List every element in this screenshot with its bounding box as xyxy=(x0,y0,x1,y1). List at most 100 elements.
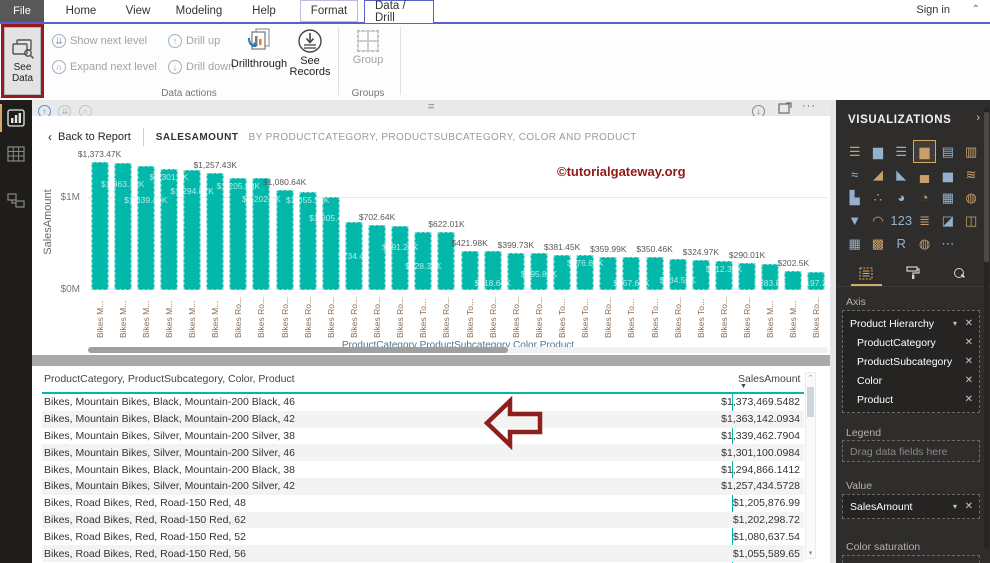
clustered-column-chart-icon[interactable]: ▆ xyxy=(912,140,937,163)
panel-scrollbar-thumb[interactable] xyxy=(984,112,989,262)
slicer-icon[interactable]: ◫ xyxy=(959,209,982,232)
axis-field-pill[interactable]: Product Hierarchy ▾ ✕ xyxy=(843,314,979,333)
back-to-report-button[interactable]: Back to Report xyxy=(58,131,131,143)
ribbon-chart-icon[interactable]: ≋ xyxy=(959,163,982,186)
panel-scrollbar[interactable] xyxy=(984,108,989,548)
scatter-chart-icon[interactable]: ∴ xyxy=(866,186,889,209)
drillthrough-button[interactable]: Drillthrough xyxy=(228,28,290,70)
scroll-up-arrow-icon[interactable]: ⌃ xyxy=(806,374,815,382)
line-clustered-column-chart-icon[interactable]: ▅ xyxy=(936,163,959,186)
show-next-level-button[interactable]: ⇊ Show next level xyxy=(52,34,147,48)
value-remove-icon[interactable]: ✕ xyxy=(965,501,973,512)
bar[interactable] xyxy=(322,197,340,290)
scroll-down-arrow-icon[interactable]: ▾ xyxy=(806,549,815,557)
tab-file[interactable]: File xyxy=(0,0,44,22)
arcgis-map-icon[interactable]: ◍ xyxy=(913,232,936,255)
bar[interactable] xyxy=(784,271,802,290)
treemap-icon[interactable]: ▦ xyxy=(936,186,959,209)
field-remove-icon[interactable]: ✕ xyxy=(965,394,973,405)
table-header-category[interactable]: ProductCategory, ProductSubcategory, Col… xyxy=(44,373,295,385)
focus-mode-icon[interactable] xyxy=(778,102,792,114)
matrix-icon[interactable]: ▩ xyxy=(866,232,889,255)
sign-in-link[interactable]: Sign in xyxy=(916,4,950,16)
bar[interactable] xyxy=(299,192,317,290)
table-row[interactable]: Bikes, Road Bikes, Red, Road-150 Red, 52… xyxy=(42,528,804,545)
table-row[interactable]: Bikes, Mountain Bikes, Black, Mountain-2… xyxy=(42,394,804,411)
tab-data-drill[interactable]: Data / Drill xyxy=(364,0,434,24)
axis-field-pill[interactable]: Color ✕ xyxy=(843,371,979,390)
table-row[interactable]: Bikes, Road Bikes, Red, Road-150 Red, 62… xyxy=(42,511,804,529)
field-dropdown-icon[interactable]: ▾ xyxy=(953,319,957,328)
funnel-icon[interactable]: ▼ xyxy=(843,209,866,232)
chart-scrollbar-thumb[interactable] xyxy=(88,347,508,353)
expand-next-level-button[interactable]: ∩ Expand next level xyxy=(52,60,157,74)
tab-analytics[interactable] xyxy=(936,260,983,286)
field-remove-icon[interactable]: ✕ xyxy=(965,356,973,367)
table-row[interactable]: Bikes, Mountain Bikes, Black, Mountain-2… xyxy=(42,461,804,478)
table-row[interactable]: Bikes, Road Bikes, Red, Road-150 Red, 56… xyxy=(42,545,804,562)
multi-row-card-icon[interactable]: ≣ xyxy=(913,209,936,232)
r-script-icon[interactable]: R xyxy=(890,232,913,255)
stacked-column-chart-icon[interactable]: ▆ xyxy=(866,140,889,163)
value-field-pill[interactable]: SalesAmount ▾ ✕ xyxy=(843,497,979,516)
axis-field-pill[interactable]: Product ✕ xyxy=(843,390,979,409)
pie-chart-icon[interactable]: ◕ xyxy=(890,186,913,209)
tab-format[interactable]: Format xyxy=(300,0,358,22)
table-header-salesamount[interactable]: SalesAmount xyxy=(738,373,800,385)
line-chart-icon[interactable]: ≈ xyxy=(843,163,866,186)
chart-horizontal-scrollbar[interactable] xyxy=(88,347,828,353)
see-records-button[interactable]: See Records xyxy=(288,28,332,78)
donut-chart-icon[interactable]: ◔ xyxy=(913,186,936,209)
100-stacked-bar-chart-icon[interactable]: ▤ xyxy=(936,140,959,163)
panel-expand-icon[interactable]: › xyxy=(976,112,980,124)
model-view-button[interactable] xyxy=(0,182,32,218)
see-data-button[interactable]: See Data xyxy=(4,27,41,95)
axis-field-pill[interactable]: ProductCategory ✕ xyxy=(843,333,979,352)
chart-table-splitter[interactable] xyxy=(32,355,830,366)
bar[interactable] xyxy=(276,190,294,290)
group-button[interactable]: Group xyxy=(346,30,390,66)
drill-up-button[interactable]: ↑ Drill up xyxy=(168,34,220,48)
gauge-icon[interactable]: ◠ xyxy=(866,209,889,232)
legend-field-well[interactable]: Drag data fields here xyxy=(842,440,980,462)
more-options-icon[interactable]: ··· xyxy=(802,100,816,112)
bar[interactable] xyxy=(391,226,409,290)
kpi-icon[interactable]: ◪ xyxy=(936,209,959,232)
data-view-button[interactable] xyxy=(0,136,32,172)
table-row[interactable]: Bikes, Mountain Bikes, Black, Mountain-2… xyxy=(42,410,804,428)
clustered-bar-chart-icon[interactable]: ☰ xyxy=(890,140,913,163)
field-remove-icon[interactable]: ✕ xyxy=(965,375,973,386)
stacked-area-chart-icon[interactable]: ◣ xyxy=(890,163,913,186)
100-stacked-column-chart-icon[interactable]: ▥ xyxy=(959,140,982,163)
stacked-bar-chart-icon[interactable]: ☰ xyxy=(843,140,866,163)
table-icon[interactable]: ▦ xyxy=(843,232,866,255)
table-row[interactable]: Bikes, Mountain Bikes, Silver, Mountain-… xyxy=(42,444,804,462)
table-scrollbar-thumb[interactable] xyxy=(807,387,814,417)
field-remove-icon[interactable]: ✕ xyxy=(965,337,973,348)
color-saturation-field-well[interactable] xyxy=(842,555,980,563)
value-dropdown-icon[interactable]: ▾ xyxy=(953,502,957,511)
table-vertical-scrollbar[interactable]: ⌃ ▾ xyxy=(805,372,816,559)
drill-down-button[interactable]: ↓ Drill down xyxy=(168,60,234,74)
more-visuals-icon[interactable]: ⋯ xyxy=(936,232,959,255)
table-row[interactable]: Bikes, Mountain Bikes, Silver, Mountain-… xyxy=(42,428,804,445)
tab-format[interactable] xyxy=(890,260,937,286)
line-stacked-column-chart-icon[interactable]: ▄ xyxy=(913,163,936,186)
waterfall-chart-icon[interactable]: ▙ xyxy=(843,186,866,209)
splitter-handle-icon[interactable]: = xyxy=(428,101,435,113)
tab-view[interactable]: View xyxy=(112,0,164,22)
tab-fields[interactable] xyxy=(843,260,890,286)
collapse-ribbon-icon[interactable]: ⌃ xyxy=(972,4,980,15)
axis-field-pill[interactable]: ProductSubcategory ✕ xyxy=(843,352,979,371)
area-chart-icon[interactable]: ◢ xyxy=(866,163,889,186)
report-view-button[interactable] xyxy=(0,100,32,136)
field-remove-icon[interactable]: ✕ xyxy=(965,318,973,329)
table-row[interactable]: Bikes, Road Bikes, Red, Road-150 Red, 48… xyxy=(42,495,804,512)
table-row[interactable]: Bikes, Mountain Bikes, Silver, Mountain-… xyxy=(42,477,804,495)
tab-help[interactable]: Help xyxy=(238,0,290,22)
tab-home[interactable]: Home xyxy=(52,0,110,22)
blank-icon[interactable] xyxy=(959,232,982,255)
map-icon[interactable]: ◍ xyxy=(959,186,982,209)
bar[interactable] xyxy=(368,225,386,290)
card-icon[interactable]: 123 xyxy=(890,209,913,232)
